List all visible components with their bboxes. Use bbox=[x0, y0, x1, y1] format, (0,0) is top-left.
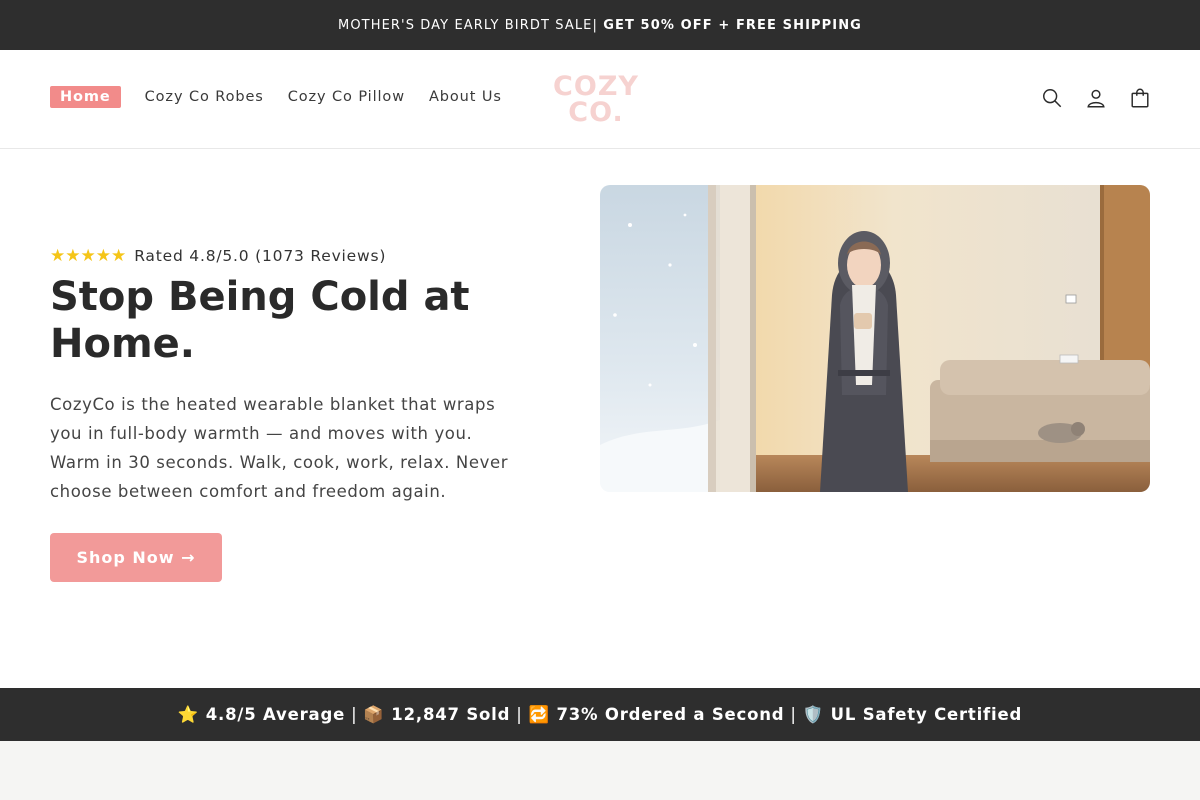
hero-content: ★★★★★ Rated 4.8/5.0 (1073 Reviews) Stop … bbox=[50, 246, 530, 506]
next-section-band bbox=[0, 741, 1200, 800]
site-header: Home Cozy Co Robes Cozy Co Pillow About … bbox=[0, 50, 1200, 149]
stat-repeat-orders: 🔁 73% Ordered a Second bbox=[528, 704, 785, 724]
account-icon[interactable] bbox=[1084, 86, 1108, 110]
rating-row: ★★★★★ Rated 4.8/5.0 (1073 Reviews) bbox=[50, 246, 530, 266]
hero-image bbox=[600, 185, 1150, 492]
cart-icon[interactable] bbox=[1128, 86, 1152, 110]
trust-stats-bar: ⭐ 4.8/5 Average | 📦 12,847 Sold | 🔁 73% … bbox=[0, 688, 1200, 741]
hero-description: CozyCo is the heated wearable blanket th… bbox=[50, 395, 509, 501]
nav-item-about-us[interactable]: About Us bbox=[429, 89, 502, 105]
stat-safety-certified: 🛡️ UL Safety Certified bbox=[802, 704, 1023, 724]
nav-item-cozy-co-pillow[interactable]: Cozy Co Pillow bbox=[288, 89, 405, 105]
main-nav: Home Cozy Co Robes Cozy Co Pillow About … bbox=[50, 86, 526, 108]
hero-title: Stop Being Cold at Home. bbox=[50, 274, 470, 367]
nav-item-cozy-co-robes[interactable]: Cozy Co Robes bbox=[145, 89, 264, 105]
announcement-bar: MOTHER'S DAY EARLY BIRDT SALE| GET 50% O… bbox=[0, 0, 1200, 50]
announcement-text: MOTHER'S DAY EARLY BIRDT SALE| bbox=[338, 17, 598, 33]
stat-average-rating: ⭐ 4.8/5 Average bbox=[177, 704, 346, 724]
header-icons bbox=[1020, 86, 1152, 110]
stat-units-sold: 📦 12,847 Sold bbox=[363, 704, 511, 724]
star-rating-icon: ★★★★★ bbox=[50, 246, 127, 266]
nav-item-home[interactable]: Home bbox=[50, 86, 121, 108]
brand-logo[interactable]: COZY CO. bbox=[548, 72, 644, 128]
search-icon[interactable] bbox=[1040, 86, 1064, 110]
announcement-highlight: GET 50% OFF + FREE SHIPPING bbox=[603, 17, 862, 33]
logo-line-2: CO. bbox=[568, 97, 624, 128]
rating-text: Rated 4.8/5.0 (1073 Reviews) bbox=[134, 247, 387, 265]
shop-now-button[interactable]: Shop Now → bbox=[50, 533, 222, 582]
